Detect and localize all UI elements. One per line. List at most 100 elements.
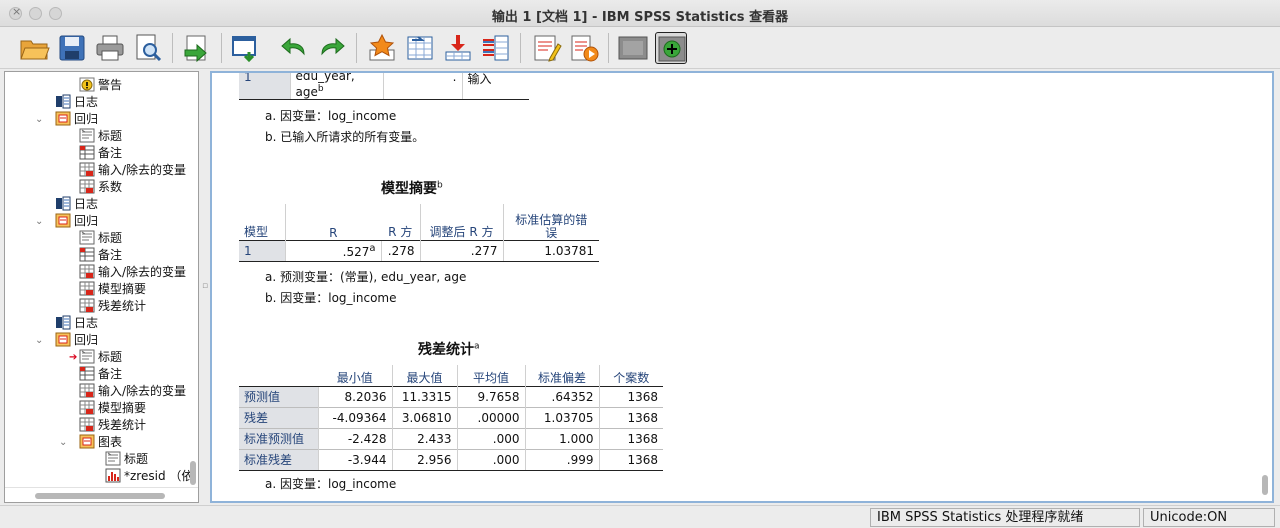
rs-cell-max: 11.3315 xyxy=(391,385,457,407)
outline-item-label: 警告 xyxy=(98,78,123,92)
rs-cell-n: 1368 xyxy=(598,406,663,428)
outline-expand-chevron-icon[interactable]: ⌄ xyxy=(59,434,67,451)
rs-row-label: 预测值 xyxy=(239,385,318,407)
save-icon[interactable] xyxy=(56,32,88,64)
ms-header-model: 模型 xyxy=(244,224,269,239)
undo-icon[interactable] xyxy=(278,32,310,64)
outline-item-label: 图表 xyxy=(98,435,123,449)
rs-header-corner xyxy=(239,365,318,386)
toolbar xyxy=(0,27,1280,69)
output-content-pane[interactable]: 1 edu_year, ageb . 输入 a. 因变量：log_income b… xyxy=(210,71,1274,503)
spss-viewer-window: 输出 1 [文档 1] - IBM SPSS Statistics 查看器 xyxy=(0,0,1280,528)
outline-item[interactable]: 日志 xyxy=(55,94,98,111)
ms-header-r2: R 方 xyxy=(388,224,413,239)
goto-case-icon[interactable] xyxy=(366,32,398,64)
goto-variable-icon[interactable] xyxy=(404,32,436,64)
outline-item[interactable]: 回归 xyxy=(55,213,98,230)
outline-vertical-scrollbar[interactable] xyxy=(187,72,198,487)
ms-header-se: 标准估算的错误 xyxy=(502,204,599,240)
table-icon xyxy=(79,162,95,177)
outline-item[interactable]: 系数 xyxy=(79,179,122,196)
rs-cell-sd: .999 xyxy=(524,448,599,471)
table-icon xyxy=(79,400,95,415)
content-vertical-scrollbar[interactable] xyxy=(1260,75,1270,499)
outline-item[interactable]: 日志 xyxy=(55,315,98,332)
outline-item[interactable]: 输入/除去的变量 xyxy=(79,162,186,179)
print-icon[interactable] xyxy=(94,32,126,64)
recall-dialog-icon[interactable] xyxy=(230,32,262,64)
insert-output-icon[interactable] xyxy=(442,32,474,64)
rs-header-min: 最小值 xyxy=(336,370,373,385)
table-row[interactable]: 标准残差 -3.944 2.956.000.999 1368 xyxy=(239,448,663,471)
outline-item[interactable]: 输入/除去的变量 xyxy=(79,264,186,281)
outline-item[interactable]: 残差统计 xyxy=(79,417,146,434)
table-row[interactable]: 标准预测值 -2.428 2.433.000 1.000 1368 xyxy=(239,427,663,449)
table-icon xyxy=(79,298,95,313)
outline-expand-chevron-icon[interactable]: ⌄ xyxy=(35,332,43,349)
rs-cell-sd: .64352 xyxy=(524,385,599,407)
run-script-icon[interactable] xyxy=(568,32,600,64)
outline-item-label: 输入/除去的变量 xyxy=(98,384,187,398)
rs-header-mean: 平均值 xyxy=(456,365,525,386)
rs-row-label: 标准残差 xyxy=(239,448,318,471)
current-item-arrow-icon: ➔ xyxy=(69,352,78,363)
export-icon[interactable] xyxy=(181,32,213,64)
log-icon xyxy=(55,94,71,109)
outline-item[interactable]: 模型摘要 xyxy=(79,281,146,298)
variables-entered-table-partial[interactable]: 1 edu_year, ageb . 输入 xyxy=(239,73,529,100)
open-icon[interactable] xyxy=(18,32,50,64)
residuals-statistics-table[interactable]: 最小值 最大值 平均值 标准偏差 个案数 预测值 8.2036 11.3315 9.7… xyxy=(239,365,663,471)
outline-item-label: 回归 xyxy=(74,333,99,347)
outline-item[interactable]: 警告 xyxy=(79,77,122,94)
outline-item[interactable]: 回归 xyxy=(55,111,98,128)
outline-item[interactable]: 模型摘要 xyxy=(79,400,146,417)
residuals-title: 残差统计a xyxy=(418,341,480,358)
outline-item-label: 标题 xyxy=(98,350,123,364)
rs-cell-mean: .00000 xyxy=(456,406,525,428)
title-icon xyxy=(79,230,95,245)
outline-item[interactable]: 备注 xyxy=(79,247,122,264)
outline-item[interactable]: 标题 xyxy=(105,451,148,468)
variables-icon[interactable] xyxy=(480,32,512,64)
model-summary-table[interactable]: 模型 R R 方 调整后 R 方 标准估算的错误 1 .527a .278 .2… xyxy=(239,204,599,262)
outline-expand-chevron-icon[interactable]: ⌄ xyxy=(35,213,43,230)
outline-item[interactable]: 标题 xyxy=(79,230,122,247)
table-row[interactable]: 残差 -4.09364 3.06810.00000 1.03705 1368 xyxy=(239,406,663,428)
outline-item[interactable]: 标题 xyxy=(79,349,122,366)
title-icon xyxy=(79,128,95,143)
outline-item[interactable]: 图表 xyxy=(79,434,122,451)
outline-expand-chevron-icon[interactable]: ⌄ xyxy=(35,111,43,128)
redo-icon[interactable] xyxy=(316,32,348,64)
partial-method: 输入 xyxy=(461,73,529,100)
script-icon[interactable] xyxy=(530,32,562,64)
procedure-icon xyxy=(79,434,95,449)
outline-item-label: 备注 xyxy=(98,146,123,160)
title-icon xyxy=(79,349,95,364)
ms-footnote-a: a. 预测变量：(常量), edu_year, age xyxy=(265,270,467,284)
outline-item[interactable]: 标题 xyxy=(79,128,122,145)
pane-splitter[interactable]: ▫ xyxy=(199,71,210,503)
outline-pane[interactable]: 警告 日志 ⌄ 回归 标题 备注 输入/除去的变量 系数 日志 ⌄ 回归 标题 备注 输入/除去的变量 模型… xyxy=(4,71,199,503)
outline-item-label: 回归 xyxy=(74,112,99,126)
outline-item[interactable]: 日志 xyxy=(55,196,98,213)
print-preview-icon[interactable] xyxy=(132,32,164,64)
outline-item[interactable]: *zresid （依 xyxy=(105,468,193,485)
ms-cell-r: .527a xyxy=(284,239,381,262)
rs-header-max: 最大值 xyxy=(391,365,457,386)
outline-horizontal-scrollbar[interactable] xyxy=(5,487,198,502)
outline-item[interactable]: 备注 xyxy=(79,145,122,162)
outline-item[interactable]: 残差统计 xyxy=(79,298,146,315)
outline-item-label: *zresid （依 xyxy=(124,469,194,483)
outline-item[interactable]: 备注 xyxy=(79,366,122,383)
table-row[interactable]: 预测值 8.2036 11.3315 9.7658.64352 1368 xyxy=(239,385,663,407)
notes-icon xyxy=(79,145,95,160)
procedure-icon xyxy=(55,213,71,228)
show-icon[interactable] xyxy=(655,32,687,64)
table-icon xyxy=(79,281,95,296)
partial-entered-vars: edu_year, ageb xyxy=(289,73,383,100)
outline-item[interactable]: 回归 xyxy=(55,332,98,349)
outline-item-label: 模型摘要 xyxy=(98,282,147,296)
outline-item[interactable]: 输入/除去的变量 xyxy=(79,383,186,400)
notes-icon xyxy=(79,366,95,381)
hide-icon[interactable] xyxy=(617,32,649,64)
